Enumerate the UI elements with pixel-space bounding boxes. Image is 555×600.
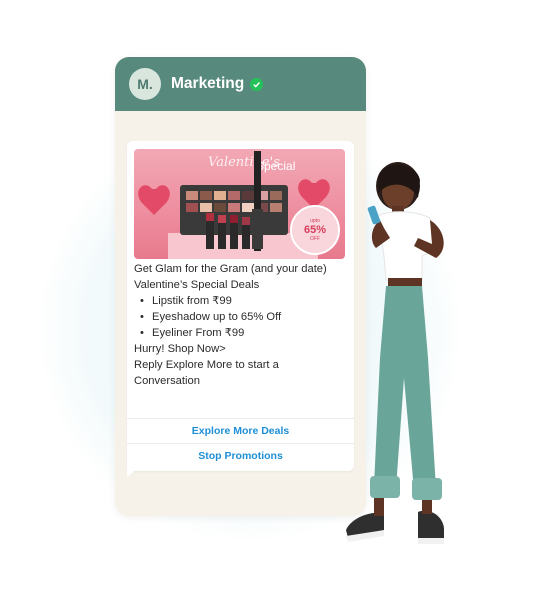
list-item: Eyeliner From ₹99 — [140, 325, 346, 341]
message-line: Valentine’s Special Deals — [134, 279, 260, 291]
promo-banner-image: Valentine's Special upto 65% OFF — [134, 149, 345, 259]
woman-with-phone-illustration — [346, 162, 444, 544]
message-line: Reply Explore More to start a Conversati… — [134, 359, 279, 387]
chat-header: M. Marketing — [115, 57, 366, 111]
list-item: Lipstik from ₹99 — [140, 293, 346, 309]
message-body: Get Glam for the Gram (and your date) Va… — [134, 261, 346, 389]
chat-title: Marketing — [171, 75, 245, 92]
verified-check-icon — [250, 77, 264, 91]
message-tail — [127, 467, 139, 477]
avatar[interactable]: M. — [129, 68, 161, 100]
message-line: Hurry! Shop Now> — [134, 343, 226, 355]
message-line: Get Glam for the Gram (and your date) — [134, 263, 327, 275]
deal-list: Lipstik from ₹99 Eyeshadow up to 65% Off… — [134, 293, 346, 341]
list-item: Eyeshadow up to 65% Off — [140, 309, 346, 325]
